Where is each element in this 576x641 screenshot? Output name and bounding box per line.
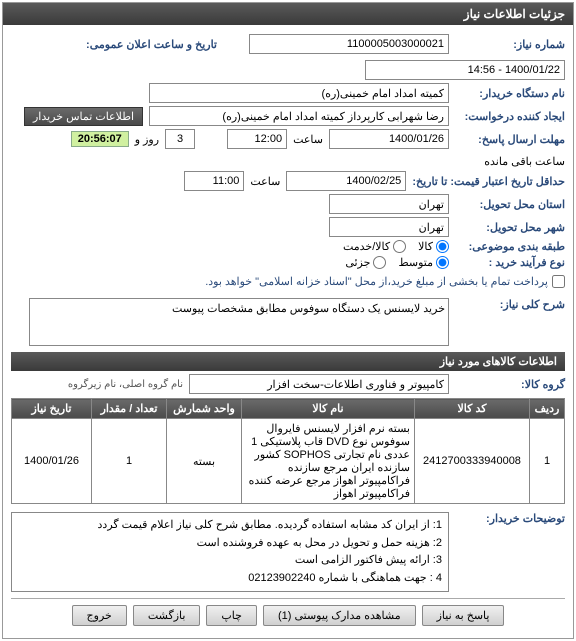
province-input[interactable]: [329, 194, 449, 214]
service-radio[interactable]: [393, 240, 406, 253]
buyer-notes-label: توضیحات خریدار:: [455, 512, 565, 525]
panel-title: جزئیات اطلاعات نیاز: [3, 3, 573, 25]
need-no-input[interactable]: [249, 34, 449, 54]
buy-type-radios: متوسط جزئی: [345, 256, 449, 269]
countdown-timer: 20:56:07: [71, 131, 129, 147]
panel-body: شماره نیاز: تاریخ و ساعت اعلان عمومی: نا…: [3, 25, 573, 638]
creator-label: ایجاد کننده درخواست:: [455, 110, 565, 123]
city-label: شهر محل تحویل:: [455, 221, 565, 234]
valid-label: حداقل تاریخ اعتبار قیمت: تا تاریخ:: [412, 175, 565, 188]
col-unit: واحد شمارش: [167, 399, 242, 419]
items-section-title: اطلاعات کالاهای مورد نیاز: [11, 352, 565, 371]
kala-group-label: گروه کالا:: [455, 378, 565, 391]
grouping-radios: کالا کالا/خدمت: [343, 240, 449, 253]
service-radio-label[interactable]: کالا/خدمت: [343, 240, 406, 253]
reply-button[interactable]: پاسخ به نیاز: [422, 605, 505, 626]
province-label: استان محل تحویل:: [455, 198, 565, 211]
cell-qty: 1: [92, 419, 167, 504]
buyer-note-1: 1: از ایران کد مشابه استفاده گردیده. مطا…: [18, 517, 442, 535]
city-input[interactable]: [329, 217, 449, 237]
print-button[interactable]: چاپ: [206, 605, 257, 626]
col-row: ردیف: [530, 399, 565, 419]
col-qty: تعداد / مقدار: [92, 399, 167, 419]
footer-buttons: پاسخ به نیاز مشاهده مدارک پیوستی (1) چاپ…: [11, 598, 565, 632]
goods-radio-label[interactable]: کالا: [418, 240, 449, 253]
table-row[interactable]: 1 2412700333940008 بسته نرم افزار لایسنس…: [12, 419, 565, 504]
cell-row: 1: [530, 419, 565, 504]
partial-pay-label[interactable]: پرداخت تمام یا بخشی از مبلغ خرید،از محل …: [205, 275, 565, 288]
time-label-1: ساعت: [293, 133, 323, 146]
buy-type-label: نوع فرآیند خرید :: [455, 256, 565, 269]
remain-label: ساعت باقی مانده: [484, 155, 565, 168]
creator-input[interactable]: [149, 106, 449, 126]
buyer-org-input[interactable]: [149, 83, 449, 103]
send-deadline-label: مهلت ارسال پاسخ:: [455, 133, 565, 146]
medium-radio-label[interactable]: متوسط: [398, 256, 449, 269]
back-button[interactable]: بازگشت: [133, 605, 201, 626]
summary-textarea[interactable]: خرید لایسنس یک دستگاه سوفوس مطابق مشخصات…: [29, 298, 449, 346]
time-label-2: ساعت: [250, 175, 280, 188]
partial-pay-checkbox[interactable]: [552, 275, 565, 288]
buyer-note-3: 3: ارائه پیش فاکتور الزامی است: [18, 552, 442, 570]
summary-label: شرح کلی نیاز:: [455, 298, 565, 311]
main-group-sub: نام گروه اصلی، نام زیرگروه: [68, 379, 183, 390]
valid-date-input[interactable]: [286, 171, 406, 191]
days-and-label: روز و: [135, 133, 159, 146]
days-left-input: [165, 129, 195, 149]
items-table: ردیف کد کالا نام کالا واحد شمارش تعداد /…: [11, 398, 565, 504]
send-time-input[interactable]: [227, 129, 287, 149]
goods-radio[interactable]: [436, 240, 449, 253]
buyer-contact-button[interactable]: اطلاعات تماس خریدار: [24, 107, 143, 126]
col-name: نام کالا: [242, 399, 415, 419]
valid-time-input[interactable]: [184, 171, 244, 191]
buyer-note-2: 2: هزینه حمل و تحویل در محل به عهده فروش…: [18, 535, 442, 553]
col-code: کد کالا: [415, 399, 530, 419]
buyer-org-label: نام دستگاه خریدار:: [455, 87, 565, 100]
need-no-label: شماره نیاز:: [455, 38, 565, 51]
cell-unit: بسته: [167, 419, 242, 504]
small-radio-label[interactable]: جزئی: [345, 256, 386, 269]
announce-label: تاریخ و ساعت اعلان عمومی:: [86, 38, 217, 51]
send-date-input[interactable]: [329, 129, 449, 149]
cell-code: 2412700333940008: [415, 419, 530, 504]
announce-input[interactable]: [365, 60, 565, 80]
grouping-label: طبقه بندی موضوعی:: [455, 240, 565, 253]
buyer-notes-box: 1: از ایران کد مشابه استفاده گردیده. مطا…: [11, 512, 449, 592]
exit-button[interactable]: خروج: [72, 605, 127, 626]
table-header-row: ردیف کد کالا نام کالا واحد شمارش تعداد /…: [12, 399, 565, 419]
col-date: تاریخ نیاز: [12, 399, 92, 419]
cell-date: 1400/01/26: [12, 419, 92, 504]
buyer-note-4: 4 : جهت هماهنگی با شماره 02123902240: [18, 570, 442, 588]
small-radio[interactable]: [373, 256, 386, 269]
cell-name: بسته نرم افزار لایسنس فایروال سوفوس نوع …: [242, 419, 415, 504]
medium-radio[interactable]: [436, 256, 449, 269]
kala-group-input[interactable]: [189, 374, 449, 394]
attachments-button[interactable]: مشاهده مدارک پیوستی (1): [263, 605, 416, 626]
need-details-panel: جزئیات اطلاعات نیاز شماره نیاز: تاریخ و …: [2, 2, 574, 639]
